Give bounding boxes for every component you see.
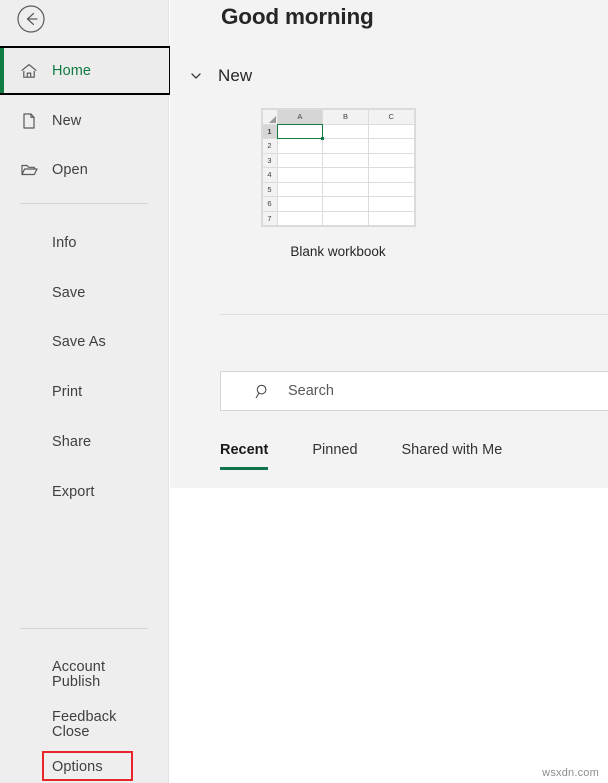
- column-header-a: A: [276, 109, 324, 125]
- grid-cell: [276, 152, 324, 168]
- row-header: 7: [261, 210, 278, 226]
- grid-cell: [367, 196, 415, 212]
- file-list-tabs: Recent Pinned Shared with Me: [220, 442, 546, 470]
- grid-cell: [322, 181, 369, 197]
- tab-pinned[interactable]: Pinned: [312, 442, 357, 470]
- grid-cell: [367, 210, 415, 226]
- new-section-header[interactable]: New: [188, 66, 252, 86]
- cell-a1: [276, 123, 325, 140]
- search-input[interactable]: Search: [220, 371, 608, 411]
- new-section-title: New: [218, 66, 253, 85]
- sidebar-item-label: Print: [52, 383, 83, 400]
- sidebar-item-feedback[interactable]: Feedback: [0, 692, 169, 741]
- sidebar-item-label: New: [52, 112, 82, 129]
- sidebar-item-label: Save: [52, 284, 86, 301]
- grid-cell: [367, 138, 415, 154]
- template-blank-workbook[interactable]: A B C 1 2 3 4 5 6 7 Blank workbook: [258, 108, 418, 259]
- blank-workbook-thumbnail: A B C 1 2 3 4 5 6 7: [260, 108, 416, 227]
- row-header: 2: [261, 138, 278, 154]
- chevron-down-icon[interactable]: [188, 68, 204, 84]
- row-header: 3: [261, 152, 278, 168]
- row-header: 4: [261, 167, 278, 183]
- row-header: 5: [261, 181, 278, 197]
- grid-cell: [276, 196, 324, 212]
- tab-shared-with-me[interactable]: Shared with Me: [402, 442, 503, 470]
- sidebar-item-open[interactable]: Open: [0, 145, 169, 194]
- grid-cell: [367, 123, 415, 139]
- back-arrow-icon: [16, 4, 46, 34]
- sidebar-item-account[interactable]: Account: [0, 642, 169, 691]
- sidebar-item-save-as[interactable]: Save As: [0, 317, 169, 366]
- grid-cell: [276, 210, 324, 226]
- row-header: 6: [261, 196, 278, 212]
- grid-cell: [367, 152, 415, 168]
- grid-corner-cell: [261, 109, 278, 125]
- grid-cell: [322, 123, 369, 139]
- sidebar-divider: [20, 628, 148, 629]
- sidebar-item-new[interactable]: New: [0, 96, 169, 145]
- selection-accent-bar: [0, 48, 4, 93]
- backstage-sidebar: Home New Open Info Save Save As Print Sh…: [0, 0, 171, 783]
- spreadsheet-grid: A B C 1 2 3 4 5 6 7: [261, 109, 415, 226]
- column-header-c: C: [367, 109, 415, 125]
- sidebar-item-label: Save As: [52, 333, 106, 350]
- sidebar-item-label: Open: [52, 161, 88, 178]
- sidebar-item-save[interactable]: Save: [0, 268, 169, 317]
- grid-cell: [322, 196, 369, 212]
- grid-cell: [322, 138, 369, 154]
- sidebar-item-options[interactable]: Options: [0, 742, 169, 783]
- sidebar-item-print[interactable]: Print: [0, 367, 169, 416]
- grid-cell: [367, 181, 415, 197]
- grid-cell: [322, 167, 369, 183]
- watermark: wsxdn.com: [542, 767, 599, 779]
- back-button[interactable]: [13, 1, 49, 37]
- sidebar-item-share[interactable]: Share: [0, 417, 169, 466]
- folder-open-icon: [20, 161, 38, 179]
- grid-cell: [276, 138, 324, 154]
- document-icon: [20, 112, 38, 130]
- grid-cell: [276, 181, 324, 197]
- grid-cell: [322, 210, 369, 226]
- sidebar-item-label: Options: [52, 758, 103, 775]
- sidebar-item-label: Share: [52, 433, 92, 450]
- grid-cell: [276, 167, 324, 183]
- column-header-b: B: [322, 109, 369, 125]
- sidebar-divider: [20, 203, 148, 204]
- sidebar-item-export[interactable]: Export: [0, 467, 169, 516]
- search-placeholder: Search: [288, 383, 334, 399]
- template-label: Blank workbook: [290, 244, 386, 259]
- row-header: 1: [261, 123, 278, 139]
- recent-files-panel: [170, 488, 608, 783]
- content-divider: [220, 314, 608, 315]
- sidebar-item-label: Export: [52, 483, 95, 500]
- sidebar-item-label: Feedback: [52, 708, 117, 725]
- backstage-content: Good morning New A B C 1 2 3 4 5 6 7 Bla…: [170, 0, 608, 783]
- page-title: Good morning: [221, 4, 374, 29]
- sidebar-item-label: Home: [52, 62, 92, 79]
- grid-cell: [367, 167, 415, 183]
- home-icon: [20, 62, 38, 80]
- sidebar-item-info[interactable]: Info: [0, 218, 169, 267]
- sidebar-item-label: Info: [52, 234, 77, 251]
- tab-recent[interactable]: Recent: [220, 442, 269, 470]
- grid-cell: [322, 152, 369, 168]
- sidebar-item-home[interactable]: Home: [0, 46, 171, 95]
- search-icon: [255, 383, 271, 399]
- sidebar-item-label: Account: [52, 658, 106, 675]
